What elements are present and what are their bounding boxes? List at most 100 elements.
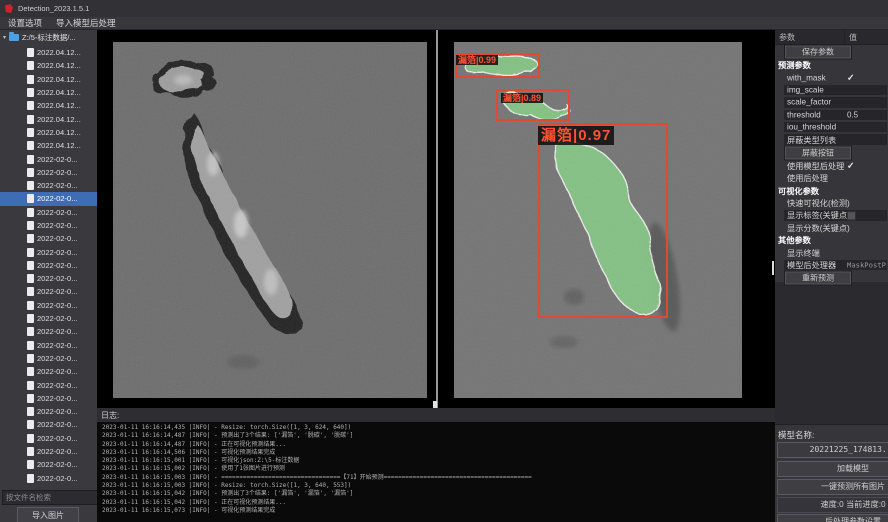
param-row[interactable]: 快速可视化(检测)	[775, 197, 888, 209]
tree-item[interactable]: 2022-02-0...	[0, 259, 97, 272]
param-row[interactable]: 模型后处理器 MaskPostPro	[775, 259, 888, 271]
tree-item[interactable]: 2022.04.12...	[0, 99, 97, 112]
tree-item[interactable]: 2022-02-0...	[0, 432, 97, 445]
log-output[interactable]: 2023-01-11 16:16:14,435 |INFO| - Resize:…	[97, 422, 775, 522]
file-icon	[27, 101, 34, 110]
tree-item-list: 2022.04.12... 2022.04.12... 2022.04.12..…	[0, 46, 97, 489]
tree-item[interactable]: 2022-02-0...	[0, 458, 97, 471]
param-value[interactable]: ✓	[847, 160, 887, 171]
param-row[interactable]: threshold 0.5	[775, 109, 888, 121]
param-row[interactable]: 显示标签(关键点)	[775, 209, 888, 221]
tree-item[interactable]: 2022-02-0...	[0, 206, 97, 219]
param-label: img_scale	[787, 85, 824, 94]
tree-item-label: 2022-02-0...	[37, 301, 77, 310]
tree-item[interactable]: 2022.04.12...	[0, 73, 97, 86]
chevron-down-icon[interactable]: ▾	[3, 34, 6, 41]
param-row[interactable]: 可视化参数	[775, 185, 888, 197]
tree-item[interactable]: 2022-02-0...	[0, 472, 97, 485]
tree-item[interactable]: 2022-02-0...	[0, 445, 97, 458]
file-icon	[27, 48, 34, 57]
param-row[interactable]: with_mask ✓	[775, 71, 888, 83]
tree-item[interactable]: 2022-02-0...	[0, 245, 97, 258]
tree-item[interactable]: 2022-02-0...	[0, 405, 97, 418]
tree-item[interactable]: 2022-02-0...	[0, 312, 97, 325]
param-row[interactable]: 显示分数(关键点)	[775, 222, 888, 234]
param-row[interactable]: 使用模型后处理 ✓	[775, 160, 888, 172]
param-row[interactable]: 显示终端	[775, 246, 888, 258]
menu-import-postprocess[interactable]: 导入模型后处理	[56, 17, 116, 29]
params-splitter-handle[interactable]	[772, 261, 774, 275]
file-icon	[27, 61, 34, 70]
image-splitter[interactable]	[436, 30, 438, 408]
param-row[interactable]: 屏蔽类型列表	[775, 133, 888, 145]
filename-search-input[interactable]	[2, 490, 97, 505]
param-row[interactable]: 使用后处理	[775, 172, 888, 184]
param-row[interactable]: 其他参数	[775, 234, 888, 246]
tree-item-label: 2022-02-0...	[37, 181, 77, 190]
tree-item[interactable]: 2022.04.12...	[0, 139, 97, 152]
param-label: with_mask	[787, 73, 826, 82]
file-icon	[27, 115, 34, 124]
tree-item[interactable]: 2022-02-0...	[0, 166, 97, 179]
param-row[interactable]: 保存参数	[775, 45, 888, 59]
tree-item[interactable]: 2022-02-0...	[0, 219, 97, 232]
tree-item[interactable]: 2022-02-0...	[0, 192, 97, 205]
param-value[interactable]	[847, 211, 887, 220]
file-icon	[27, 474, 34, 483]
log-console: 日志: 2023-01-11 16:16:14,435 |INFO| - Res…	[97, 408, 775, 522]
param-value[interactable]: 0.5	[847, 110, 887, 119]
tree-item[interactable]: 2022-02-0...	[0, 418, 97, 431]
param-row[interactable]: 屏蔽按钮	[775, 146, 888, 160]
model-name-field[interactable]: 20221225_174813...	[777, 442, 888, 458]
app-window: Detection_2023.1.5.1 设置选项 导入模型后处理 ▾ Z:/5…	[0, 0, 888, 522]
tree-item[interactable]: 2022-02-0...	[0, 339, 97, 352]
tree-item-label: 2022-02-0...	[37, 394, 77, 403]
tree-root[interactable]: ▾ Z:/5-标注数据/...	[0, 30, 97, 45]
import-images-button[interactable]: 导入图片	[17, 507, 79, 522]
tree-item[interactable]: 2022-02-0...	[0, 299, 97, 312]
tree-item[interactable]: 2022-02-0...	[0, 365, 97, 378]
file-icon	[27, 447, 34, 456]
tree-item[interactable]: 2022.04.12...	[0, 59, 97, 72]
file-icon	[27, 208, 34, 217]
param-value[interactable]: ✓	[847, 72, 887, 83]
parameters-panel: 参数 值 保存参数 预测参数 with_mask ✓ img_scale	[775, 30, 888, 522]
file-icon	[27, 381, 34, 390]
param-value[interactable]: MaskPostPro	[847, 261, 887, 270]
param-row[interactable]: iou_threshold	[775, 121, 888, 133]
tree-item-label: 2022-02-0...	[37, 168, 77, 177]
tree-item[interactable]: 2022-02-0...	[0, 232, 97, 245]
folder-icon	[9, 34, 19, 41]
prediction-image: 漏箔|0.99 漏箔|0.89 漏箔|0.97	[454, 42, 742, 398]
log-title: 日志:	[101, 410, 119, 421]
param-label: 保存参数	[784, 45, 852, 60]
tree-item[interactable]: 2022-02-0...	[0, 378, 97, 391]
tree-root-label: Z:/5-标注数据/...	[22, 32, 76, 43]
param-row[interactable]: scale_factor	[775, 96, 888, 108]
detection-box-3	[538, 123, 668, 318]
param-row[interactable]: img_scale	[775, 84, 888, 96]
predict-all-button[interactable]: 一键预测所有图片	[777, 479, 888, 495]
tree-item-label: 2022-02-0...	[37, 248, 77, 257]
tree-item[interactable]: 2022.04.12...	[0, 86, 97, 99]
tree-item[interactable]: 2022-02-0...	[0, 325, 97, 338]
file-icon	[27, 460, 34, 469]
tree-item[interactable]: 2022-02-0...	[0, 272, 97, 285]
tree-item[interactable]: 2022-02-0...	[0, 152, 97, 165]
tree-item[interactable]: 2022.04.12...	[0, 112, 97, 125]
tree-item[interactable]: 2022-02-0...	[0, 179, 97, 192]
tree-item[interactable]: 2022-02-0...	[0, 352, 97, 365]
load-model-button[interactable]: 加载模型	[777, 461, 888, 477]
tree-item[interactable]: 2022.04.12...	[0, 46, 97, 59]
tree-item-label: 2022.04.12...	[37, 141, 81, 150]
param-label: 显示标签(关键点)	[787, 209, 850, 221]
postprocess-settings-button[interactable]: 后处理参数设置	[777, 514, 888, 522]
tree-item-label: 2022-02-0...	[37, 420, 77, 429]
file-icon	[27, 141, 34, 150]
tree-item-label: 2022.04.12...	[37, 101, 81, 110]
tree-item[interactable]: 2022.04.12...	[0, 126, 97, 139]
menu-settings[interactable]: 设置选项	[8, 17, 42, 29]
param-row[interactable]: 预测参数	[775, 59, 888, 71]
tree-item[interactable]: 2022-02-0...	[0, 285, 97, 298]
tree-item[interactable]: 2022-02-0...	[0, 392, 97, 405]
